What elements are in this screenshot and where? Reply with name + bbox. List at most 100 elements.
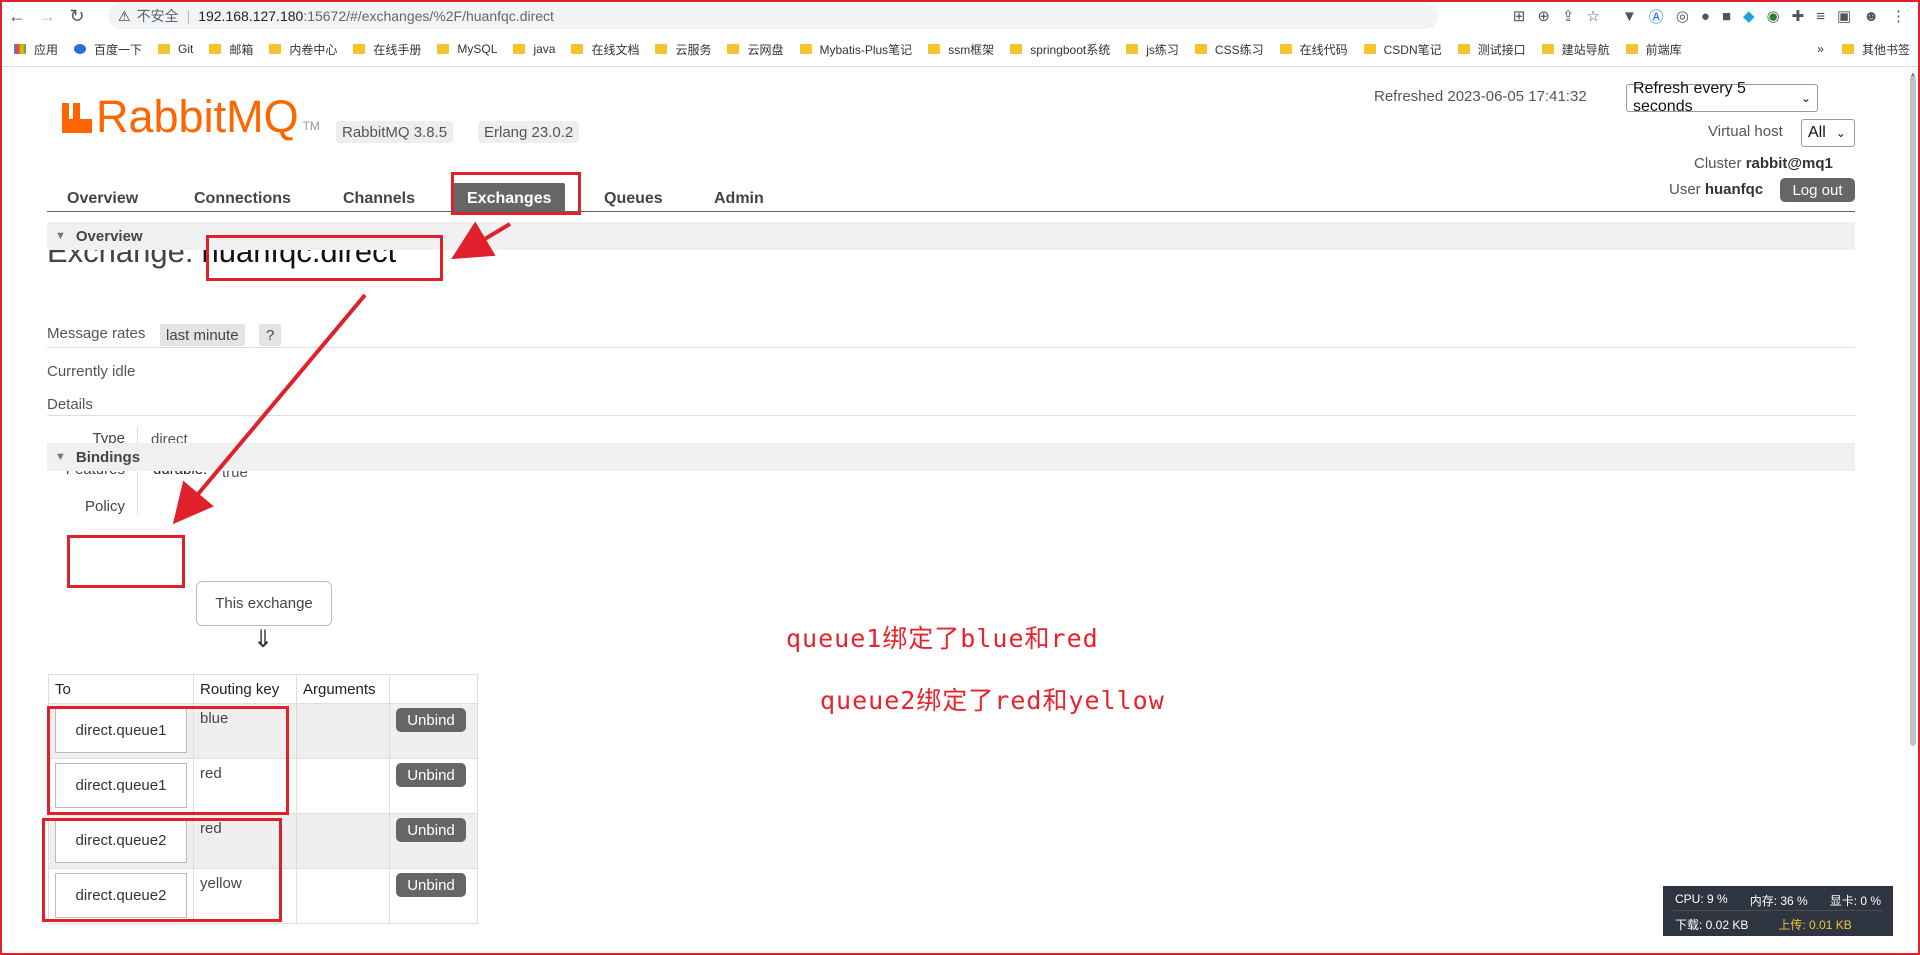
apps-grid-icon bbox=[14, 44, 26, 54]
vhost-label: Virtual host bbox=[1708, 123, 1783, 140]
overview-section-header[interactable]: ▼ Overview bbox=[47, 222, 1855, 250]
bookmark-item[interactable]: 邮箱 bbox=[209, 41, 253, 58]
bookmark-item[interactable]: js练习 bbox=[1126, 41, 1179, 58]
table-row: direct.queue1 blue Unbind bbox=[48, 703, 478, 759]
bookmark-label: 其他书签 bbox=[1861, 42, 1910, 57]
section-title: Bindings bbox=[75, 448, 141, 466]
routing-key: blue bbox=[200, 710, 229, 727]
address-bar[interactable]: ⚠ 不安全 | 192.168.127.180:15672/#/exchange… bbox=[108, 3, 1438, 29]
bookmark-label: CSDN笔记 bbox=[1383, 42, 1442, 57]
bookmark-item[interactable]: 前端库 bbox=[1625, 41, 1682, 58]
table-row: direct.queue2 red Unbind bbox=[48, 813, 478, 869]
sidepanel-icon[interactable]: ▣ bbox=[1837, 7, 1851, 25]
table-row: direct.queue1 red Unbind bbox=[48, 758, 478, 814]
unbind-button[interactable]: Unbind bbox=[396, 708, 466, 732]
help-button[interactable]: ? bbox=[259, 324, 282, 346]
extension-icon[interactable]: ◉ bbox=[1767, 7, 1780, 25]
details-label: Details bbox=[47, 396, 93, 413]
unbind-button[interactable]: Unbind bbox=[396, 763, 466, 787]
address-row: ← → ↻ ⚠ 不安全 | 192.168.127.180:15672/#/ex… bbox=[0, 0, 1920, 32]
back-icon[interactable]: ← bbox=[4, 3, 30, 29]
divider bbox=[47, 347, 1855, 348]
logo-text: RabbitMQ bbox=[96, 91, 299, 142]
extension-icon[interactable]: ◎ bbox=[1676, 7, 1689, 25]
extension-icon[interactable]: Ⓐ bbox=[1649, 6, 1664, 27]
folder-icon bbox=[269, 44, 282, 54]
bookmark-item[interactable]: CSS练习 bbox=[1194, 41, 1264, 58]
extension-icon[interactable]: ■ bbox=[1722, 8, 1731, 25]
scrollbar-thumb[interactable] bbox=[1910, 76, 1916, 746]
bookmark-item[interactable]: 在线文档 bbox=[571, 41, 639, 58]
reading-list-icon[interactable]: ≡ bbox=[1816, 8, 1825, 25]
url-host: 192.168.127.180 bbox=[198, 8, 304, 24]
queue-link[interactable]: direct.queue1 bbox=[55, 763, 187, 808]
bookmark-item[interactable]: 测试接口 bbox=[1457, 41, 1526, 58]
queue-link[interactable]: direct.queue2 bbox=[55, 818, 187, 863]
folder-icon bbox=[1625, 44, 1638, 54]
section-title: Overview bbox=[75, 227, 143, 245]
translate-icon[interactable]: ⊞ bbox=[1513, 7, 1526, 25]
download-speed: 下载: 0.02 KB bbox=[1675, 918, 1749, 932]
bookmark-item[interactable]: ssm框架 bbox=[928, 41, 994, 58]
unbind-button[interactable]: Unbind bbox=[396, 873, 466, 897]
action-cell: Unbind bbox=[389, 868, 478, 924]
star-icon[interactable]: ☆ bbox=[1586, 7, 1599, 25]
folder-icon bbox=[1841, 44, 1854, 54]
page-scrollbar[interactable]: ▲ bbox=[1908, 70, 1918, 950]
bookmark-item[interactable]: 百度一下 bbox=[74, 41, 142, 58]
chevron-down-icon: ⌄ bbox=[1835, 126, 1846, 140]
queue-link[interactable]: direct.queue1 bbox=[55, 708, 187, 753]
bookmark-item[interactable]: CSDN笔记 bbox=[1363, 41, 1442, 58]
zoom-icon[interactable]: ⊕ bbox=[1537, 7, 1550, 25]
bookmark-label: CSS练习 bbox=[1214, 42, 1264, 57]
bookmark-apps[interactable]: 应用 bbox=[14, 41, 58, 58]
bookmark-label: 在线手册 bbox=[373, 42, 422, 57]
bookmark-item[interactable]: 云服务 bbox=[655, 41, 711, 58]
arguments-cell bbox=[296, 758, 390, 814]
bookmark-label: 建站导航 bbox=[1561, 42, 1610, 57]
bookmark-item[interactable]: 云网盘 bbox=[727, 41, 784, 58]
folder-icon bbox=[655, 44, 668, 54]
forward-icon[interactable]: → bbox=[34, 3, 60, 29]
refresh-select-value: Refresh every 5 seconds bbox=[1633, 80, 1746, 115]
menu-icon[interactable]: ⋮ bbox=[1891, 7, 1906, 25]
queue-link[interactable]: direct.queue2 bbox=[55, 873, 187, 918]
extension-icon[interactable]: ▼ bbox=[1622, 8, 1637, 25]
profile-icon[interactable]: ☻ bbox=[1863, 8, 1879, 25]
bookmark-item[interactable]: 在线代码 bbox=[1279, 41, 1348, 58]
puzzle-icon[interactable]: ✚ bbox=[1792, 7, 1805, 25]
rabbitmq-logo-icon bbox=[62, 103, 92, 133]
bookmark-item[interactable]: Mybatis-Plus笔记 bbox=[799, 41, 912, 58]
bookmark-item[interactable]: 内卷中心 bbox=[269, 41, 337, 58]
folder-icon bbox=[1279, 44, 1292, 54]
bookmark-item[interactable]: springboot系统 bbox=[1010, 41, 1110, 58]
folder-icon bbox=[1194, 44, 1207, 54]
bookmark-other[interactable]: 其他书签 bbox=[1841, 41, 1910, 58]
bookmark-label: js练习 bbox=[1146, 42, 1179, 57]
bookmark-item[interactable]: 建站导航 bbox=[1541, 41, 1610, 58]
vhost-select[interactable]: All ⌄ bbox=[1801, 119, 1855, 147]
bookmark-item[interactable]: 在线手册 bbox=[353, 41, 421, 58]
rates-range-chip[interactable]: last minute bbox=[160, 324, 245, 346]
share-icon[interactable]: ⇪ bbox=[1562, 7, 1575, 25]
routing-key: red bbox=[200, 820, 222, 837]
refresh-select[interactable]: Refresh every 5 seconds ⌄ bbox=[1626, 80, 1818, 115]
folder-icon bbox=[74, 44, 87, 54]
folder-icon bbox=[571, 44, 584, 54]
reload-icon[interactable]: ↻ bbox=[64, 3, 90, 29]
extension-icon[interactable]: ● bbox=[1701, 8, 1710, 25]
to-cell: direct.queue2 bbox=[48, 813, 194, 869]
action-cell: Unbind bbox=[389, 703, 478, 759]
bookmark-item[interactable]: Git bbox=[158, 42, 193, 56]
bookmark-item[interactable]: java bbox=[513, 42, 555, 56]
unbind-button[interactable]: Unbind bbox=[396, 818, 466, 842]
folder-icon bbox=[1010, 44, 1023, 54]
bookmark-label: 应用 bbox=[34, 42, 59, 57]
extension-icon[interactable]: ◆ bbox=[1743, 7, 1755, 25]
more-bookmarks-icon[interactable]: » bbox=[1817, 42, 1824, 56]
logo-tm: TM bbox=[302, 119, 320, 133]
policy-label: Policy bbox=[84, 498, 125, 515]
folder-icon bbox=[799, 44, 812, 54]
bookmark-item[interactable]: MySQL bbox=[437, 42, 497, 56]
bindings-section-header[interactable]: ▼ Bindings bbox=[47, 443, 1855, 471]
